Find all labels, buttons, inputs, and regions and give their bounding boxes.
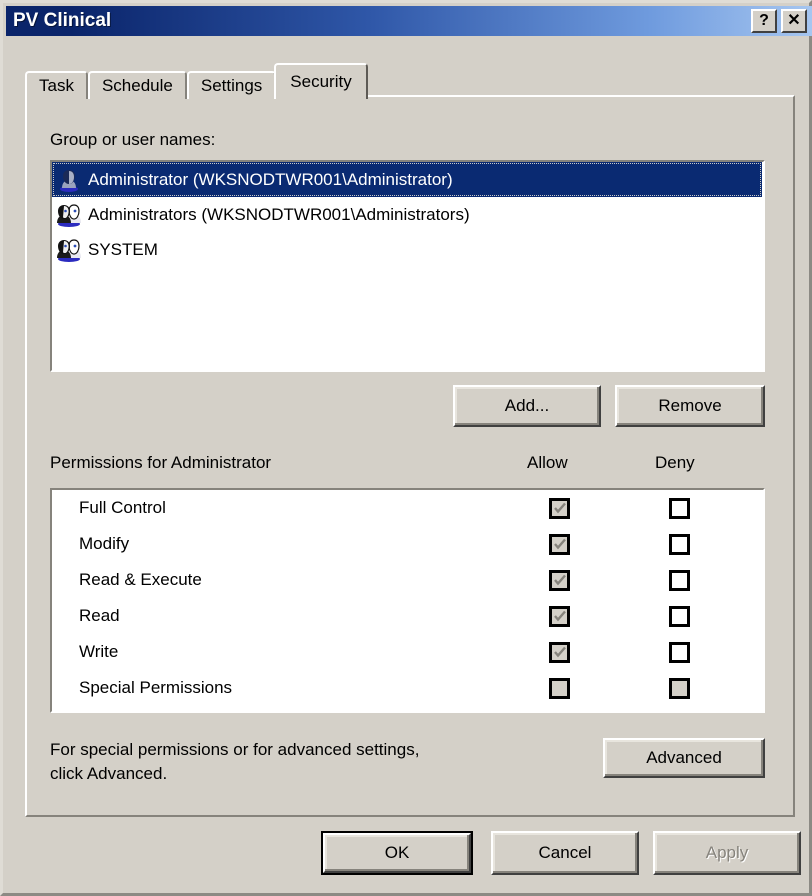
help-icon[interactable]: ?	[751, 9, 777, 33]
permission-label: Full Control	[79, 498, 166, 517]
permission-row: Full Control	[52, 490, 763, 526]
list-item-label: Administrator (WKSNODTWR001\Administrato…	[88, 169, 453, 189]
advanced-note-line2: click Advanced.	[50, 764, 168, 783]
list-item-label: SYSTEM	[88, 239, 158, 259]
permissions-list[interactable]: Full Control Modify Read & Execute Read	[50, 488, 765, 713]
allow-checkbox	[549, 533, 570, 555]
group-user-list[interactable]: Administrator (WKSNODTWR001\Administrato…	[50, 160, 765, 372]
apply-button: Apply	[653, 831, 801, 875]
cancel-button[interactable]: Cancel	[491, 831, 639, 875]
permission-label: Read	[79, 606, 120, 625]
allow-checkbox	[549, 641, 570, 663]
list-item[interactable]: Administrators (WKSNODTWR001\Administrat…	[52, 197, 763, 232]
tab-schedule[interactable]: Schedule	[87, 71, 187, 99]
permission-label: Special Permissions	[79, 678, 233, 697]
window-controls: ? ✕	[751, 9, 807, 33]
tab-security[interactable]: Security	[274, 63, 368, 99]
deny-checkbox[interactable]	[669, 497, 690, 519]
remove-button[interactable]: Remove	[615, 385, 765, 427]
permissions-for-label: Permissions for Administrator	[50, 453, 272, 472]
ok-button-label: OK	[323, 833, 471, 873]
column-header-allow: Allow	[527, 453, 568, 472]
deny-checkbox[interactable]	[669, 569, 690, 591]
list-item-label: Administrators (WKSNODTWR001\Administrat…	[88, 204, 470, 224]
permission-row: Read & Execute	[52, 562, 763, 598]
deny-checkbox[interactable]	[669, 533, 690, 555]
permission-label: Modify	[79, 534, 130, 553]
permission-label: Write	[79, 642, 119, 661]
dialog-window: PV Clinical ? ✕ Task Schedule Settings S…	[0, 0, 812, 896]
permission-label: Read & Execute	[79, 570, 202, 589]
close-icon[interactable]: ✕	[781, 9, 807, 33]
tab-strip: Task Schedule Settings Security	[25, 63, 368, 99]
window-title: PV Clinical	[13, 10, 112, 31]
permission-row: Write	[52, 634, 763, 670]
group-icon	[56, 202, 82, 228]
permission-row: Modify	[52, 526, 763, 562]
allow-checkbox	[549, 677, 570, 699]
tab-settings[interactable]: Settings	[186, 71, 277, 99]
column-header-deny: Deny	[655, 453, 695, 472]
list-item[interactable]: Administrator (WKSNODTWR001\Administrato…	[52, 162, 762, 197]
add-button[interactable]: Add...	[453, 385, 601, 427]
list-item[interactable]: SYSTEM	[52, 232, 763, 267]
advanced-button[interactable]: Advanced	[603, 738, 765, 778]
group-icon	[56, 237, 82, 263]
user-icon	[56, 167, 82, 193]
permission-row: Special Permissions	[52, 670, 763, 706]
ok-button[interactable]: OK	[321, 831, 473, 875]
deny-checkbox[interactable]	[669, 641, 690, 663]
allow-checkbox	[549, 569, 570, 591]
deny-checkbox	[669, 677, 690, 699]
title-bar[interactable]: PV Clinical ? ✕	[6, 6, 812, 36]
advanced-note-line1: For special permissions or for advanced …	[50, 740, 420, 759]
deny-checkbox[interactable]	[669, 605, 690, 627]
group-or-user-names-label: Group or user names:	[50, 130, 216, 149]
tab-task[interactable]: Task	[25, 71, 88, 99]
allow-checkbox	[549, 497, 570, 519]
advanced-note: For special permissions or for advanced …	[50, 738, 570, 786]
permission-row: Read	[52, 598, 763, 634]
allow-checkbox	[549, 605, 570, 627]
